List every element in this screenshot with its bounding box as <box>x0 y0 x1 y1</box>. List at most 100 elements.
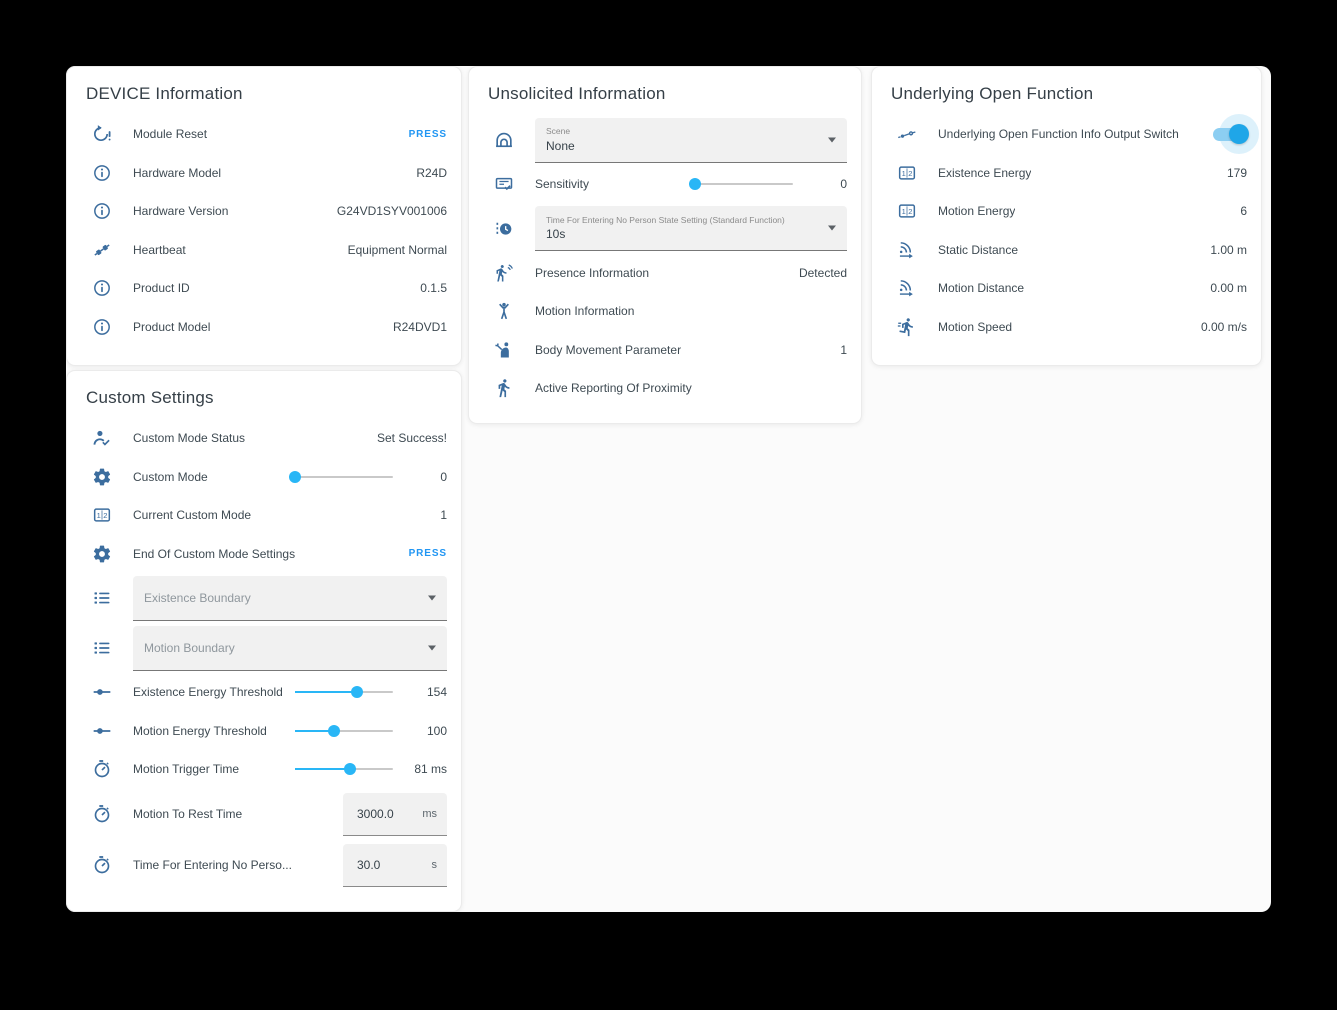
row-label: Body Movement Parameter <box>535 343 681 357</box>
dropdown-value: 10s <box>546 227 817 241</box>
svg-text:1: 1 <box>902 207 906 216</box>
number-icon: 12 <box>89 505 115 525</box>
row-label: Existence Energy <box>938 166 1031 180</box>
row-label: Motion Energy Threshold <box>133 724 267 738</box>
row-module-reset: Module Reset PRESS <box>82 115 448 154</box>
card-title: Unsolicited Information <box>488 84 848 104</box>
row-product-model: Product Model R24DVD1 <box>82 308 448 347</box>
row-value: 1.00 m <box>1210 243 1247 257</box>
dropdown-existence-boundary[interactable]: Existence Boundary <box>133 576 447 621</box>
clock-wait-icon <box>491 219 517 239</box>
input-unit: ms <box>422 808 437 820</box>
module-reset-button[interactable]: PRESS <box>409 129 447 140</box>
timer-icon <box>89 759 115 779</box>
row-body-movement-parameter: Body Movement Parameter 1 <box>484 331 848 370</box>
dropdown-value: None <box>546 139 817 153</box>
underlying-open-function: Underlying Open FunctionUnderlying Open … <box>871 66 1262 366</box>
body-movement-icon <box>491 340 517 360</box>
slider-fill <box>295 768 350 770</box>
signal-icon <box>894 240 920 260</box>
row-current-custom-mode: 12Current Custom Mode1 <box>82 496 448 535</box>
row-value: 154 <box>401 685 447 699</box>
row-value: 100 <box>401 724 447 738</box>
row-label: Hardware Model <box>133 166 221 180</box>
svg-text:1: 1 <box>902 169 906 178</box>
scene-icon <box>491 130 517 150</box>
row-time-for-entering-no-person-state-setting-standard-function: Time For Entering No Person State Settin… <box>484 204 848 254</box>
slider-sensitivity[interactable] <box>695 183 793 185</box>
row-value: 1 <box>840 343 847 357</box>
list-icon <box>89 588 115 608</box>
row-motion-boundary: Motion Boundary <box>82 623 448 673</box>
timer-icon <box>89 804 115 824</box>
slider-motion-energy-threshold[interactable] <box>295 730 393 732</box>
toggle-underlying-open-function-info-output-switch[interactable] <box>1211 124 1247 144</box>
row-label: Product ID <box>133 281 190 295</box>
row-motion-information: Motion Information <box>484 292 848 331</box>
app-window: DEVICE Information Module Reset PRESS Hardw… <box>0 0 1337 1010</box>
slider-custom-mode[interactable] <box>295 476 393 478</box>
card-title: DEVICE Information <box>86 84 448 104</box>
row-label: Motion Speed <box>938 320 1012 334</box>
slider-thumb[interactable] <box>351 686 363 698</box>
row-static-distance: Static Distance1.00 m <box>887 231 1248 270</box>
row-label: Motion Information <box>535 304 634 318</box>
threshold-icon <box>89 721 115 741</box>
chevron-down-icon <box>828 226 836 231</box>
svg-text:2: 2 <box>103 511 107 520</box>
info-icon <box>89 278 115 298</box>
row-existence-boundary: Existence Boundary <box>82 573 448 623</box>
row-value: Detected <box>799 266 847 280</box>
number-icon: 12 <box>894 201 920 221</box>
row-value: 0 <box>401 470 447 484</box>
svg-text:2: 2 <box>908 169 912 178</box>
custom-settings: Custom SettingsCustom Mode StatusSet Suc… <box>66 370 462 912</box>
row-label: Hardware Version <box>133 204 228 218</box>
row-custom-mode: Custom Mode 0 <box>82 458 448 497</box>
row-label: End Of Custom Mode Settings <box>133 547 295 561</box>
row-label: Product Model <box>133 320 210 334</box>
row-label: Heartbeat <box>133 243 186 257</box>
slider-motion-trigger-time[interactable] <box>295 768 393 770</box>
number-icon: 12 <box>894 163 920 183</box>
slider-existence-energy-threshold[interactable] <box>295 691 393 693</box>
row-scene: SceneNone <box>484 115 848 165</box>
row-label: Time For Entering No Perso... <box>133 858 292 872</box>
dropdown-motion-boundary[interactable]: Motion Boundary <box>133 626 447 671</box>
row-product-id: Product ID0.1.5 <box>82 269 448 308</box>
row-value: R24D <box>416 166 447 180</box>
row-existence-energy: 12Existence Energy179 <box>887 154 1248 193</box>
input-motion-to-rest-time[interactable]: 3000.0ms <box>343 793 447 836</box>
info-icon <box>89 201 115 221</box>
sensitivity-icon <box>491 174 517 194</box>
presence-icon <box>491 263 517 283</box>
dropdown-scene[interactable]: SceneNone <box>535 118 847 163</box>
slider-thumb[interactable] <box>289 471 301 483</box>
slider-fill <box>295 691 357 693</box>
slider-thumb[interactable] <box>344 763 356 775</box>
card-title: Custom Settings <box>86 388 448 408</box>
row-label: Motion Energy <box>938 204 1015 218</box>
row-label: Module Reset <box>133 127 207 141</box>
row-motion-energy-threshold: Motion Energy Threshold 100 <box>82 712 448 751</box>
row-time-for-entering-no-perso: Time For Entering No Perso... 30.0s <box>82 840 448 891</box>
slider-thumb[interactable] <box>689 178 701 190</box>
row-label: Active Reporting Of Proximity <box>535 381 692 395</box>
slider-thumb[interactable] <box>328 725 340 737</box>
signal-icon <box>894 278 920 298</box>
row-value: Equipment Normal <box>348 243 447 257</box>
row-value: R24DVD1 <box>393 320 447 334</box>
end-of-custom-mode-settings-button[interactable]: PRESS <box>409 548 447 559</box>
row-active-reporting-of-proximity: Active Reporting Of Proximity <box>484 369 848 408</box>
dropdown-time-for-entering-no-person-state-setting-standard-function[interactable]: Time For Entering No Person State Settin… <box>535 206 847 251</box>
dropdown-label: Existence Boundary <box>144 591 417 605</box>
row-hardware-model: Hardware Model R24D <box>82 154 448 193</box>
dropdown-label: Time For Entering No Person State Settin… <box>546 215 817 225</box>
timer-icon <box>89 855 115 875</box>
row-label: Custom Mode <box>133 470 208 484</box>
gear-icon <box>89 467 115 487</box>
row-value: 0.00 m/s <box>1201 320 1247 334</box>
device-information: DEVICE Information Module Reset PRESS Hardw… <box>66 66 462 366</box>
list-icon <box>89 638 115 658</box>
input-time-for-entering-no-perso[interactable]: 30.0s <box>343 844 447 887</box>
